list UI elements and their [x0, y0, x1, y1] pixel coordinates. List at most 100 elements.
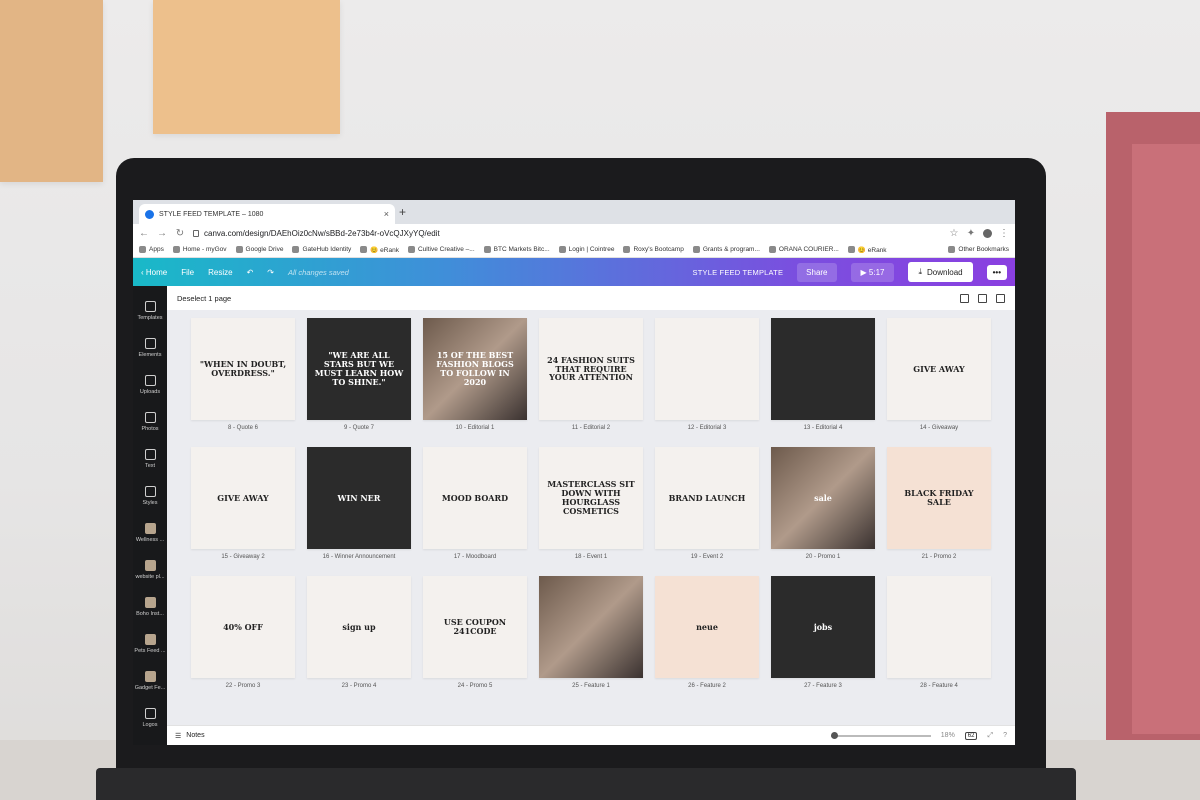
- arrow-left-icon[interactable]: ←: [139, 228, 149, 239]
- page-thumbnail[interactable]: 12 - Editorial 3: [655, 318, 759, 431]
- bookmark-item[interactable]: 😊 eRank: [360, 246, 399, 254]
- resize-button[interactable]: Resize: [208, 268, 232, 277]
- bookmark-item[interactable]: Apps: [139, 246, 164, 253]
- undo-icon[interactable]: ↶: [247, 268, 254, 277]
- page-thumbnail[interactable]: 25 - Feature 1: [539, 576, 643, 689]
- sidebar-item-pets[interactable]: Pets Feed ...: [133, 625, 167, 662]
- sidebar-item-photos[interactable]: Photos: [133, 403, 167, 440]
- page-thumbnail[interactable]: MASTERCLASS SIT DOWN WITH HOURGLASS COSM…: [539, 447, 643, 560]
- page-count-badge[interactable]: 62: [964, 731, 978, 740]
- sidebar-item-boho[interactable]: Boho Inst...: [133, 588, 167, 625]
- download-icon: ⤓: [918, 267, 923, 276]
- page-thumbnail[interactable]: 40% OFF 22 - Promo 3: [191, 576, 295, 689]
- page-thumbnail[interactable]: BLACK FRIDAY SALE 21 - Promo 2: [887, 447, 991, 560]
- page-thumbnail[interactable]: GIVE AWAY 14 - Giveaway: [887, 318, 991, 431]
- bookmark-item[interactable]: Roxy's Bootcamp: [623, 246, 684, 253]
- download-button[interactable]: ⤓ Download: [908, 262, 973, 282]
- bookmark-item[interactable]: Google Drive: [235, 246, 283, 253]
- sidebar-item-website[interactable]: website pl...: [133, 551, 167, 588]
- page-thumbnail[interactable]: sign up 23 - Promo 4: [307, 576, 411, 689]
- more-options-button[interactable]: •••: [986, 264, 1007, 280]
- help-icon[interactable]: ?: [1003, 732, 1007, 739]
- sidebar-item-templates[interactable]: Templates: [133, 292, 167, 329]
- bookmark-icon: [768, 246, 776, 253]
- add-page-icon[interactable]: [960, 293, 969, 303]
- bookmark-item[interactable]: Cultive Creative –...: [407, 246, 475, 253]
- zoom-slider[interactable]: [830, 731, 931, 739]
- page-thumbnail[interactable]: 28 - Feature 4: [887, 576, 991, 689]
- sidebar-item-gadget[interactable]: Gadget Fe...: [133, 662, 167, 699]
- page-thumbnail[interactable]: 24 FASHION SUITS THAT REQUIRE YOUR ATTEN…: [539, 318, 643, 431]
- notes-icon: ☰: [175, 732, 182, 740]
- design-title[interactable]: STYLE FEED TEMPLATE: [693, 268, 784, 277]
- page-thumbnail[interactable]: 13 - Editorial 4: [771, 318, 875, 431]
- folder-icon: [948, 246, 956, 253]
- profile-avatar[interactable]: [983, 228, 992, 238]
- bookmark-item[interactable]: 😊 eRank: [847, 246, 887, 254]
- text-icon: [144, 448, 156, 460]
- bookmark-icon: [235, 246, 243, 253]
- bookmark-item[interactable]: Home - myGov: [172, 246, 227, 253]
- sidebar-item-logos[interactable]: Logos: [133, 699, 167, 736]
- templates-icon: [144, 300, 156, 312]
- fullscreen-icon[interactable]: ⤢: [987, 732, 993, 740]
- page-thumbnail[interactable]: 15 OF THE BEST FASHION BLOGS TO FOLLOW I…: [423, 318, 527, 431]
- side-panel: Templates Elements Uploads Photos Text S…: [133, 286, 167, 745]
- file-menu[interactable]: File: [181, 268, 194, 277]
- folder-thumbnail-icon: [144, 559, 156, 571]
- share-button[interactable]: Share: [797, 262, 837, 282]
- page-thumbnail[interactable]: neue 26 - Feature 2: [655, 576, 759, 689]
- sidebar-item-text[interactable]: Text: [133, 440, 167, 477]
- page-thumbnail[interactable]: USE COUPON 241CODE 24 - Promo 5: [423, 576, 527, 689]
- page-thumbnail[interactable]: "WE ARE ALL STARS BUT WE MUST LEARN HOW …: [307, 318, 411, 431]
- redo-icon[interactable]: ↷: [267, 268, 274, 277]
- sidebar-item-uploads[interactable]: Uploads: [133, 366, 167, 403]
- close-icon[interactable]: ×: [384, 209, 389, 219]
- bookmark-item[interactable]: Login | Cointree: [558, 246, 614, 253]
- lock-icon: [193, 229, 199, 237]
- apps-icon: [139, 246, 146, 253]
- bottom-bar: ☰ Notes 18% 62 ⤢ ?: [167, 725, 1015, 745]
- page-thumbnail[interactable]: jobs 27 - Feature 3: [771, 576, 875, 689]
- url-field[interactable]: canva.com/design/DAEhOiz0cNw/sBBd-2e73b4…: [193, 229, 941, 238]
- puzzle-icon[interactable]: ✦: [966, 228, 976, 239]
- page-thumbnail[interactable]: sale 20 - Promo 1: [771, 447, 875, 560]
- bookmark-item[interactable]: GateHub Identity: [292, 246, 351, 253]
- new-tab-button[interactable]: +: [399, 205, 406, 219]
- duplicate-icon[interactable]: [978, 293, 987, 303]
- page-grid-view: Deselect 1 page "WHEN IN DOUBT, OVERDRES…: [167, 286, 1015, 745]
- sidebar-item-wellness[interactable]: Wellness ...: [133, 514, 167, 551]
- more-vertical-icon[interactable]: ⋮: [999, 228, 1009, 239]
- other-bookmarks[interactable]: Other Bookmarks: [948, 246, 1009, 253]
- bookmarks-bar: Apps Home - myGov Google Drive GateHub I…: [133, 242, 1015, 258]
- toolbar-actions: [960, 293, 1005, 303]
- bookmark-item[interactable]: BTC Markets Bitc...: [483, 246, 550, 253]
- laptop-base: [96, 768, 1076, 800]
- page-thumbnail[interactable]: MOOD BOARD 17 - Moodboard: [423, 447, 527, 560]
- reload-icon[interactable]: ↻: [175, 228, 185, 239]
- page-thumbnail[interactable]: WIN NER 16 - Winner Announcement: [307, 447, 411, 560]
- palette-icon: [144, 485, 156, 497]
- deselect-button[interactable]: Deselect 1 page: [177, 294, 231, 303]
- trash-icon[interactable]: [996, 293, 1005, 303]
- page-thumbnail[interactable]: BRAND LAUNCH 19 - Event 2: [655, 447, 759, 560]
- page-thumbnail[interactable]: GIVE AWAY 15 - Giveaway 2: [191, 447, 295, 560]
- bookmark-icon: [172, 246, 180, 253]
- zoom-slider-knob[interactable]: [830, 731, 838, 739]
- extensions: ☆ ✦ ⋮: [949, 228, 1009, 239]
- sidebar-item-styles[interactable]: Styles: [133, 477, 167, 514]
- present-button[interactable]: ▶ 5:17: [850, 262, 895, 282]
- bookmark-icon: [558, 246, 566, 253]
- red-box-face: [1132, 144, 1200, 734]
- bookmark-item[interactable]: ORANA COURIER...: [768, 246, 839, 253]
- laptop-screen: STYLE FEED TEMPLATE – 1080 × + ← → ↻ can…: [133, 200, 1015, 745]
- bookmark-item[interactable]: Grants & program...: [692, 246, 760, 253]
- notes-button[interactable]: ☰ Notes: [175, 732, 205, 740]
- star-icon[interactable]: ☆: [949, 228, 959, 239]
- browser-tab[interactable]: STYLE FEED TEMPLATE – 1080 ×: [139, 204, 395, 224]
- sidebar-item-elements[interactable]: Elements: [133, 329, 167, 366]
- bookmark-icon: [483, 246, 491, 253]
- home-button[interactable]: ‹ Home: [141, 268, 167, 277]
- page-thumbnail[interactable]: "WHEN IN DOUBT, OVERDRESS." 8 - Quote 6: [191, 318, 295, 431]
- arrow-right-icon[interactable]: →: [157, 228, 167, 239]
